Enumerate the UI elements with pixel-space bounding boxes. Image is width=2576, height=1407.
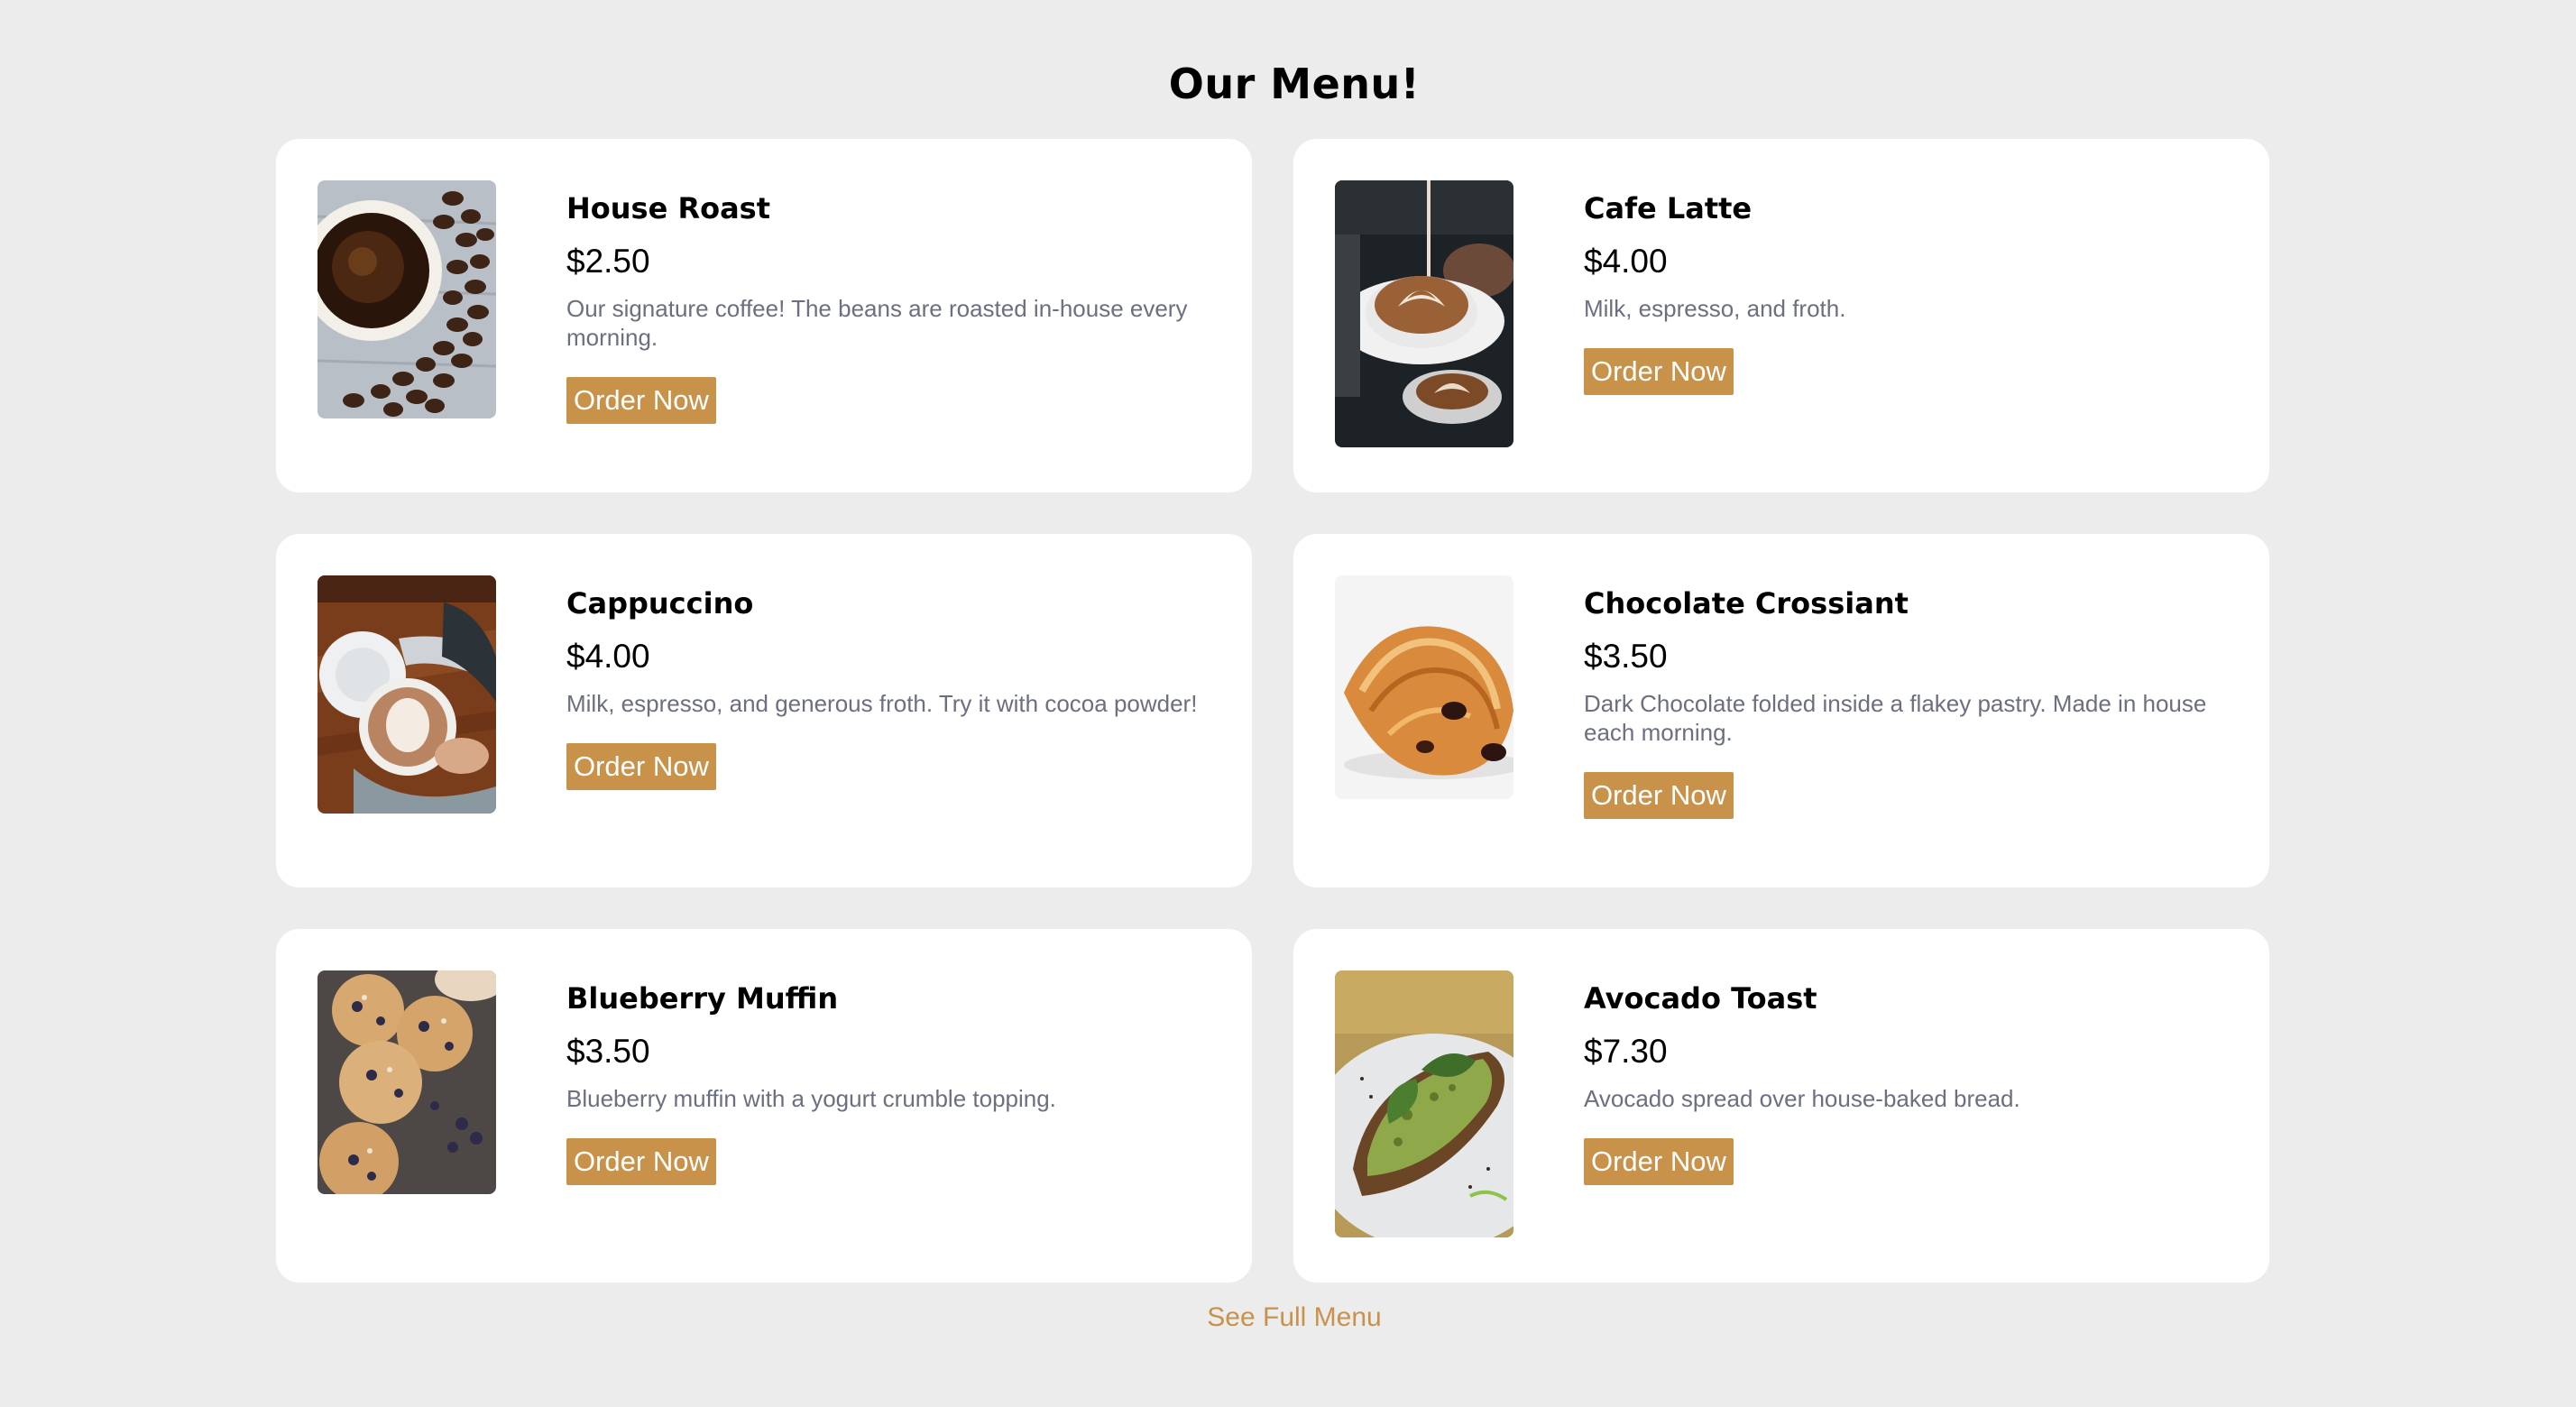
item-info: Cafe Latte $4.00 Milk, espresso, and fro… [1584,189,2215,395]
order-now-button[interactable]: Order Now [566,1138,716,1185]
menu-card-blueberry-muffin: Blueberry Muffin $3.50 Blueberry muffin … [276,929,1252,1283]
latte-photo [1335,180,1513,447]
muffin-photo [317,970,496,1194]
see-full-menu-link[interactable]: See Full Menu [0,1302,2576,1333]
item-price: $4.00 [1584,243,1668,280]
item-description: Milk, espresso, and generous froth. Try … [566,690,1198,717]
item-info: Avocado Toast $7.30 Avocado spread over … [1584,979,2215,1185]
menu-card-avocado-toast: Avocado Toast $7.30 Avocado spread over … [1293,929,2269,1283]
croissant-photo [1335,575,1513,799]
item-info: Cappuccino $4.00 Milk, espresso, and gen… [566,584,1198,790]
order-now-button[interactable]: Order Now [566,377,716,424]
item-price: $7.30 [1584,1033,1668,1070]
menu-card-house-roast: House Roast $2.50 Our signature coffee! … [276,139,1252,492]
item-info: House Roast $2.50 Our signature coffee! … [566,189,1198,424]
page-title: Our Menu! [1168,60,1421,108]
item-price: $4.00 [566,638,650,675]
item-description: Blueberry muffin with a yogurt crumble t… [566,1085,1056,1112]
item-description: Avocado spread over house-baked bread. [1584,1085,2020,1112]
order-now-button[interactable]: Order Now [566,743,716,790]
order-now-button[interactable]: Order Now [1584,772,1734,819]
item-name: House Roast [566,191,770,225]
menu-card-chocolate-croissant: Chocolate Crossiant $3.50 Dark Chocolate… [1293,534,2269,887]
menu-card-cafe-latte: Cafe Latte $4.00 Milk, espresso, and fro… [1293,139,2269,492]
item-description: Our signature coffee! The beans are roas… [566,295,1188,351]
item-price: $3.50 [566,1033,650,1070]
menu-grid: House Roast $2.50 Our signature coffee! … [276,139,2269,1283]
coffee-cup-photo [317,180,496,418]
item-info: Chocolate Crossiant $3.50 Dark Chocolate… [1584,584,2215,819]
item-description: Milk, espresso, and froth. [1584,295,1846,322]
item-price: $3.50 [1584,638,1668,675]
order-now-button[interactable]: Order Now [1584,1138,1734,1185]
item-name: Cappuccino [566,586,754,621]
order-now-button[interactable]: Order Now [1584,348,1734,395]
menu-card-cappuccino: Cappuccino $4.00 Milk, espresso, and gen… [276,534,1252,887]
item-name: Blueberry Muffin [566,981,839,1016]
item-info: Blueberry Muffin $3.50 Blueberry muffin … [566,979,1198,1185]
item-price: $2.50 [566,243,650,280]
item-description: Dark Chocolate folded inside a flakey pa… [1584,690,2207,746]
item-name: Chocolate Crossiant [1584,586,1909,621]
cappuccino-photo [317,575,496,814]
avocado-toast-photo [1335,970,1513,1237]
menu-page: Our Menu! House Roast $2.50 Our signatur… [0,0,2576,1407]
item-name: Avocado Toast [1584,981,1817,1016]
item-name: Cafe Latte [1584,191,1753,225]
